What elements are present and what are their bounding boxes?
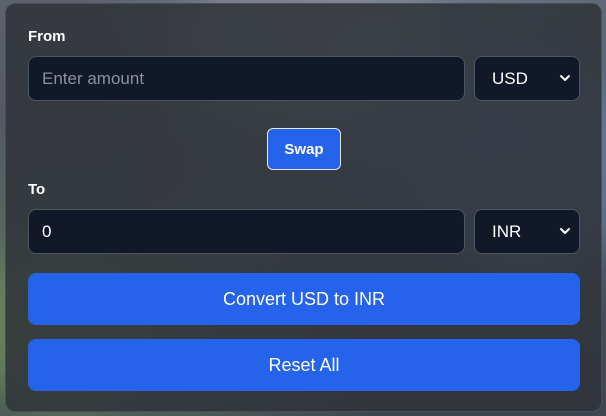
convert-button[interactable]: Convert USD to INR (28, 273, 580, 325)
from-label: From (28, 28, 66, 45)
chevron-down-icon (560, 74, 570, 81)
reset-all-button[interactable]: Reset All (28, 339, 580, 391)
to-currency-select[interactable]: INR (474, 209, 580, 254)
from-currency-select[interactable]: USD (474, 56, 580, 101)
to-label: To (28, 181, 46, 198)
swap-button[interactable]: Swap (267, 128, 341, 170)
chevron-down-icon (560, 227, 570, 234)
to-amount-input[interactable] (28, 209, 465, 254)
converter-card: From USD Swap To INR Convert USD to INR … (5, 3, 602, 412)
from-amount-input[interactable] (28, 56, 465, 101)
to-currency-value: INR (492, 221, 522, 241)
from-currency-value: USD (492, 68, 528, 88)
